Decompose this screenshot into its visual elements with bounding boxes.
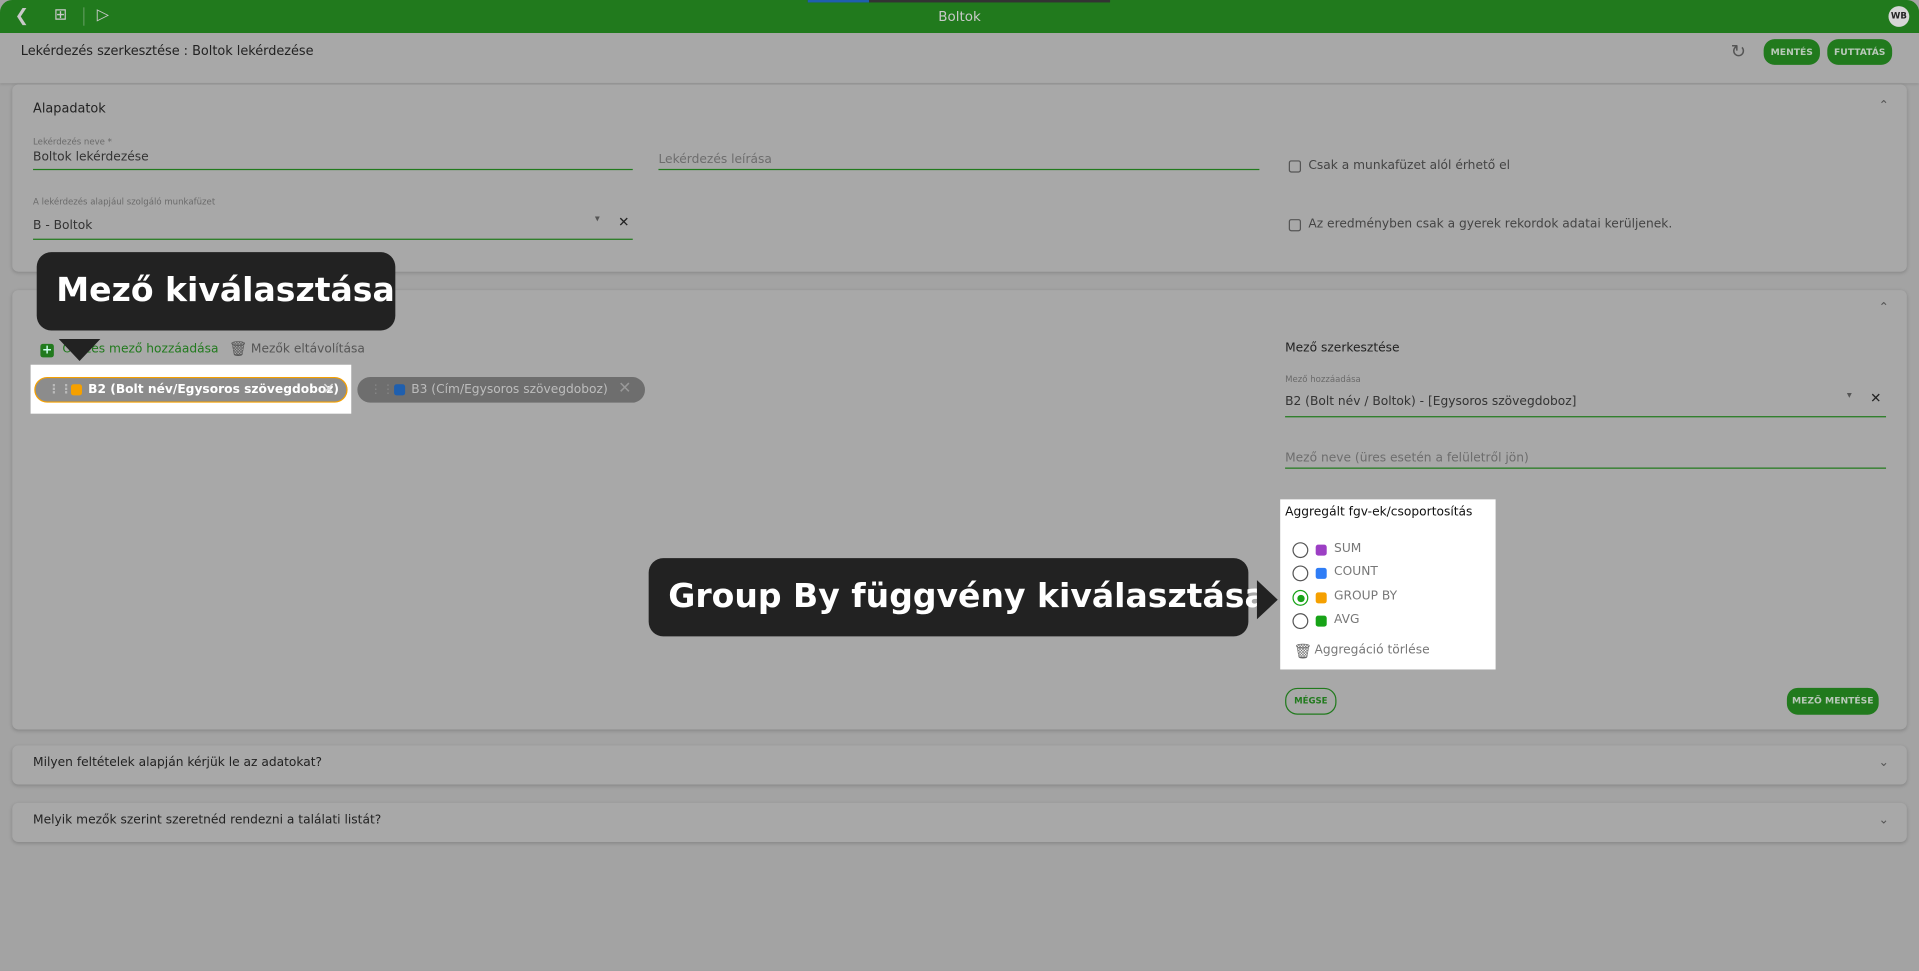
color-dot xyxy=(70,384,83,396)
aggregation-option-label[interactable]: AVG xyxy=(1334,613,1359,626)
color-square xyxy=(1315,592,1327,604)
color-square xyxy=(1315,544,1327,556)
save-button[interactable]: MENTÉS xyxy=(1763,39,1820,65)
aggregation-option-label[interactable]: GROUP BY xyxy=(1334,590,1397,603)
chip-label: B3 (Cím/Egysoros szövegdoboz) xyxy=(411,383,608,397)
workbook-underline xyxy=(33,238,633,240)
dropdown-arrow-icon[interactable]: ▾ xyxy=(595,213,600,224)
checkbox-child-records-label: Az eredményben csak a gyerek rekordok ad… xyxy=(1308,217,1673,232)
app-title: Boltok xyxy=(938,8,981,25)
field-edit-title: Mező szerkesztése xyxy=(1285,341,1400,355)
save-field-button[interactable]: MEZŐ MENTÉSE xyxy=(1786,687,1879,715)
name-label: Lekérdezés neve * xyxy=(33,137,112,147)
field-chip-b3[interactable]: ⋮⋮ B3 (Cím/Egysoros szövegdoboz) ✕ xyxy=(357,376,645,403)
plus-icon[interactable]: + xyxy=(40,343,54,358)
name-input[interactable]: Boltok lekérdezése xyxy=(33,151,149,164)
field-add-underline xyxy=(1285,416,1887,418)
description-underline xyxy=(658,168,1260,171)
drag-handle-icon[interactable]: ⋮⋮ xyxy=(370,378,394,401)
chevron-down-icon[interactable]: ⌄ xyxy=(1879,756,1889,769)
trash-icon[interactable]: 🗑 xyxy=(1294,643,1313,660)
radio-group-by[interactable] xyxy=(1292,589,1309,606)
clear-icon[interactable]: ✕ xyxy=(618,214,629,230)
basics-title[interactable]: Alapadatok xyxy=(33,102,106,117)
checkbox-workbook-only-label: Csak a munkafüzet alól érhető el xyxy=(1308,159,1511,173)
sorting-title[interactable]: Melyik mezők szerint szeretnéd rendezni … xyxy=(33,814,381,827)
tooltip-groupby-select: Group By függvény kiválasztása xyxy=(648,558,1267,637)
field-add-select[interactable]: B2 (Bolt név / Boltok) - [Egysoros szöve… xyxy=(1285,395,1576,408)
run-button[interactable]: FUTTATÁS xyxy=(1827,39,1893,65)
top-bar: ❮ ⊞ ▷ Boltok WB xyxy=(0,0,1919,34)
chip-label: B2 (Bolt név/Egysoros szövegdoboz) xyxy=(88,383,340,397)
radio-avg[interactable] xyxy=(1292,613,1309,630)
clear-aggregation-button[interactable]: Aggregáció törlése xyxy=(1314,644,1429,657)
remove-fields-button[interactable]: Mezők eltávolítása xyxy=(251,343,365,356)
trash-icon[interactable]: 🗑 xyxy=(229,340,248,357)
aggregation-title: Aggregált fgv-ek/csoportosítás xyxy=(1285,505,1473,519)
remove-chip-icon[interactable]: ✕ xyxy=(618,377,631,400)
workbook-select[interactable]: B - Boltok xyxy=(33,219,92,232)
name-underline xyxy=(33,168,633,171)
field-add-label: Mező hozzáadása xyxy=(1285,374,1361,385)
breadcrumb: Lekérdezés szerkesztése : Boltok lekérde… xyxy=(20,44,314,59)
color-dot xyxy=(394,384,406,396)
aggregation-option-label[interactable]: COUNT xyxy=(1334,565,1378,578)
tooltip-arrow-down xyxy=(58,339,101,362)
aggregation-option-label[interactable]: SUM xyxy=(1334,542,1361,555)
cancel-button[interactable]: MÉGSE xyxy=(1285,687,1337,715)
field-chip-b2[interactable]: ⋮⋮ B2 (Bolt név/Egysoros szövegdoboz) ✕ xyxy=(34,376,348,403)
workbook-label: A lekérdezés alapjául szolgáló munkafüze… xyxy=(33,197,216,207)
drag-handle-icon[interactable]: ⋮⋮ xyxy=(48,378,72,401)
radio-sum[interactable] xyxy=(1292,542,1309,559)
tooltip-field-select: Mező kiválasztása xyxy=(36,252,396,331)
tab-indicator xyxy=(807,0,1111,3)
field-name-underline xyxy=(1285,467,1887,469)
checkbox-workbook-only[interactable] xyxy=(1288,160,1302,173)
color-square xyxy=(1315,567,1327,579)
dropdown-arrow-icon[interactable]: ▾ xyxy=(1847,389,1852,400)
tooltip-arrow-right xyxy=(1256,580,1278,620)
refresh-icon[interactable]: ↻ xyxy=(1731,40,1746,62)
field-name-input[interactable]: Mező neve (üres esetén a felületről jön) xyxy=(1285,452,1529,465)
chevron-down-icon[interactable]: ⌄ xyxy=(1879,814,1889,827)
chevron-up-icon[interactable]: ⌃ xyxy=(1879,301,1889,314)
remove-chip-icon[interactable]: ✕ xyxy=(322,378,335,401)
conditions-title[interactable]: Milyen feltételek alapján kérjük le az a… xyxy=(33,756,322,769)
checkbox-child-records[interactable] xyxy=(1288,219,1302,232)
description-input[interactable]: Lekérdezés leírása xyxy=(658,153,771,166)
clear-icon[interactable]: ✕ xyxy=(1870,390,1881,406)
basics-card xyxy=(12,84,1907,272)
chevron-up-icon[interactable]: ⌃ xyxy=(1879,99,1889,112)
avatar[interactable]: WB xyxy=(1888,6,1910,27)
color-square xyxy=(1315,615,1327,627)
radio-count[interactable] xyxy=(1292,565,1309,582)
